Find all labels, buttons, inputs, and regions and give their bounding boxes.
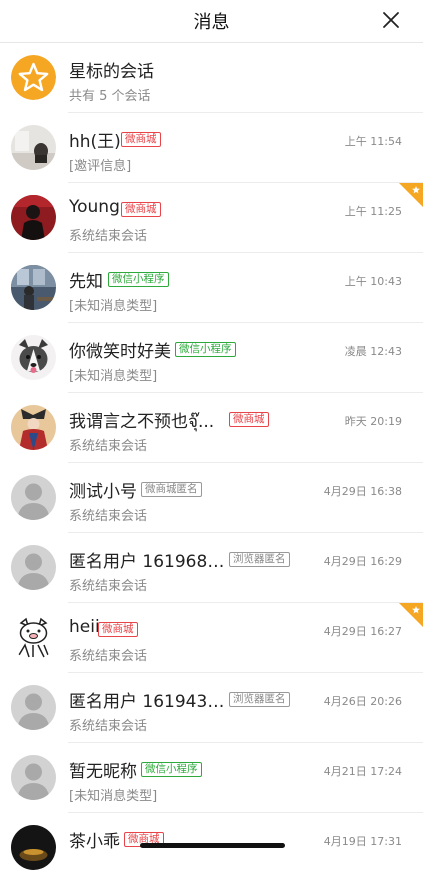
page-title: 消息	[193, 12, 230, 33]
star-icon	[11, 55, 56, 100]
conversation-item[interactable]: heii 微商城 4月29日 16:27 系统结束会话	[0, 603, 423, 673]
close-icon	[383, 12, 399, 28]
timestamp: 4月29日 16:38	[323, 485, 402, 498]
conversation-item[interactable]: 测试小号 微商城匿名 4月29日 16:38 系统结束会话	[0, 463, 423, 533]
avatar	[11, 125, 56, 170]
timestamp: 4月29日 16:29	[323, 555, 402, 568]
avatar	[11, 335, 56, 380]
contact-name: 我谓言之不预也จุ๊...	[69, 412, 215, 432]
source-tag: 浏览器匿名	[229, 692, 290, 707]
close-button[interactable]	[381, 10, 401, 30]
contact-name: 测试小号	[69, 482, 137, 502]
last-message: 系统结束会话	[69, 509, 148, 524]
contact-name: Young	[69, 197, 120, 217]
conversation-item[interactable]: 暂无昵称 微信小程序 4月21日 17:24 [未知消息类型]	[0, 743, 423, 813]
conversation-list: 星标的会话 共有 5 个会话 hh(王) 微商城 上午 11:54 [邀评信息]	[0, 43, 423, 883]
conversation-item[interactable]: Young 微商城 上午 11:25 系统结束会话	[0, 183, 423, 253]
last-message: 系统结束会话	[69, 229, 148, 244]
avatar	[11, 195, 56, 240]
pinned-badge	[399, 603, 423, 627]
conversation-item[interactable]: 我谓言之不预也จุ๊... 微商城 昨天 20:19 系统结束会话	[0, 393, 423, 463]
timestamp: 昨天 20:19	[344, 415, 402, 428]
conversation-item[interactable]: 先知 微信小程序 上午 10:43 [未知消息类型]	[0, 253, 423, 323]
last-message: 系统结束会话	[69, 439, 148, 454]
default-user-icon	[11, 475, 56, 520]
source-tag: 微商城	[98, 622, 138, 637]
source-tag: 微信小程序	[108, 272, 169, 287]
conversation-item[interactable]: 匿名用户 1619681... 浏览器匿名 4月29日 16:29 系统结束会话	[0, 533, 423, 603]
starred-conversations-item[interactable]: 星标的会话 共有 5 个会话	[0, 43, 423, 113]
source-tag: 微信小程序	[141, 762, 202, 777]
timestamp: 上午 10:43	[344, 275, 402, 288]
last-message: 系统结束会话	[69, 719, 148, 734]
contact-name: 匿名用户 1619681...	[69, 552, 229, 572]
default-user-icon	[11, 545, 56, 590]
home-indicator[interactable]	[140, 843, 285, 848]
default-user-icon	[11, 755, 56, 800]
contact-name: 暂无昵称	[69, 762, 137, 782]
source-tag: 微商城	[229, 412, 269, 427]
last-message: [未知消息类型]	[69, 299, 158, 314]
pinned-badge	[399, 183, 423, 207]
contact-name: hh(王)	[69, 132, 121, 152]
source-tag: 微信小程序	[175, 342, 236, 357]
contact-name: 你微笑时好美	[69, 342, 171, 362]
starred-title: 星标的会话	[69, 62, 154, 82]
last-message: [邀评信息]	[69, 159, 132, 174]
timestamp: 凌晨 12:43	[344, 345, 402, 358]
star-badge	[11, 55, 56, 100]
avatar	[11, 405, 56, 450]
timestamp: 4月21日 17:24	[323, 765, 402, 778]
last-message: [未知消息类型]	[69, 369, 158, 384]
source-tag: 微商城	[121, 132, 161, 147]
timestamp: 4月29日 16:27	[323, 625, 402, 638]
source-tag: 浏览器匿名	[229, 552, 290, 567]
conversation-item[interactable]: 你微笑时好美 微信小程序 凌晨 12:43 [未知消息类型]	[0, 323, 423, 393]
timestamp: 4月19日 17:31	[323, 835, 402, 848]
source-tag: 微商城	[121, 202, 161, 217]
conversation-item[interactable]: hh(王) 微商城 上午 11:54 [邀评信息]	[0, 113, 423, 183]
contact-name: 匿名用户 16194371...	[69, 692, 229, 712]
last-message: 系统结束会话	[69, 649, 148, 664]
top-bar: 消息	[0, 0, 423, 43]
starred-count: 共有 5 个会话	[69, 89, 151, 104]
source-tag: 微商城匿名	[141, 482, 202, 497]
conversation-item[interactable]: 茶小乖 微商城 4月19日 17:31	[0, 813, 423, 883]
avatar	[11, 825, 56, 870]
contact-name: 茶小乖	[69, 832, 120, 852]
pinned-star-icon	[399, 603, 423, 627]
last-message: 系统结束会话	[69, 579, 148, 594]
pinned-star-icon	[399, 183, 423, 207]
avatar	[11, 615, 56, 660]
default-user-icon	[11, 685, 56, 730]
timestamp: 上午 11:54	[344, 135, 402, 148]
contact-name: heii	[69, 617, 100, 637]
timestamp: 4月26日 20:26	[323, 695, 402, 708]
conversation-item[interactable]: 匿名用户 16194371... 浏览器匿名 4月26日 20:26 系统结束会…	[0, 673, 423, 743]
timestamp: 上午 11:25	[344, 205, 402, 218]
avatar	[11, 265, 56, 310]
last-message: [未知消息类型]	[69, 789, 158, 804]
contact-name: 先知	[69, 272, 103, 292]
